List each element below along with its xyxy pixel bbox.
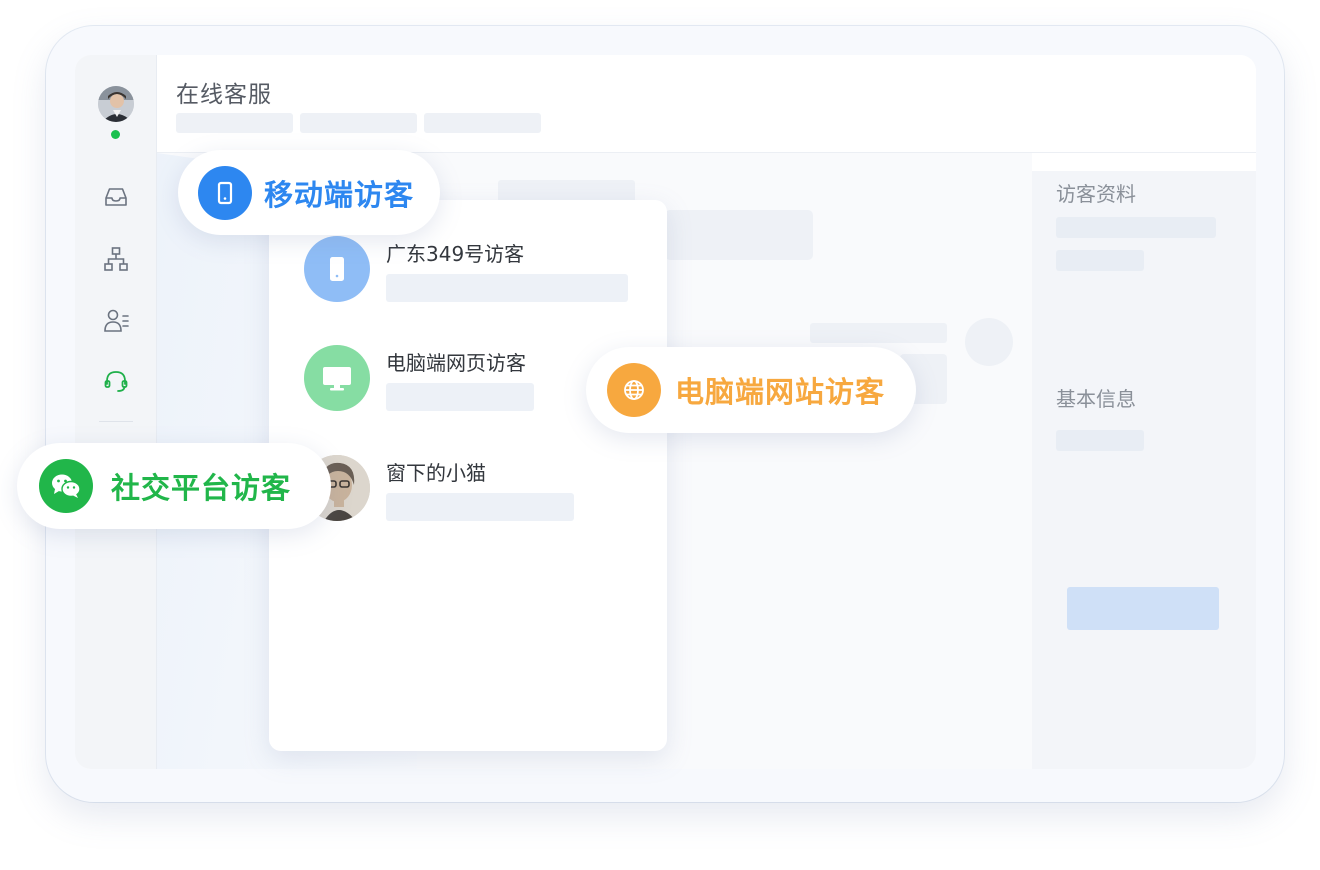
basic-info-field-placeholder [1056, 430, 1144, 451]
message-preview-placeholder [386, 383, 534, 411]
monitor-icon [304, 345, 370, 411]
sidebar [75, 55, 157, 769]
sidebar-divider [99, 421, 133, 422]
mobile-phone-icon [304, 236, 370, 302]
headset-icon[interactable] [102, 367, 130, 395]
profile-field-placeholder [1056, 250, 1144, 271]
mobile-visitor-badge: 移动端访客 [178, 150, 440, 235]
globe-icon [607, 363, 661, 417]
mobile-phone-icon [198, 165, 252, 220]
message-avatar-placeholder [965, 318, 1013, 366]
online-status-dot [111, 130, 120, 139]
visitor-profile-heading: 访客资料 [1056, 182, 1136, 206]
visitor-name: 窗下的小猫 [386, 461, 486, 485]
org-chart-icon[interactable] [102, 245, 130, 273]
visitor-name: 电脑端网页访客 [386, 351, 526, 375]
message-preview-placeholder [386, 274, 628, 302]
message-meta-placeholder [810, 323, 947, 343]
visitor-info-panel: 访客资料 基本信息 [1032, 171, 1256, 769]
wechat-icon [39, 459, 93, 513]
chat-header-placeholder [498, 180, 635, 202]
tab-placeholder[interactable] [424, 113, 541, 133]
contacts-list-icon[interactable] [102, 306, 130, 334]
list-item[interactable]: 窗下的小猫 [269, 455, 667, 555]
badge-label: 社交平台访客 [111, 471, 292, 505]
basic-info-heading: 基本信息 [1056, 387, 1136, 411]
app-header: 在线客服 [157, 55, 1256, 153]
badge-label: 移动端访客 [264, 177, 415, 212]
message-bubble-placeholder [665, 210, 813, 260]
agent-avatar[interactable] [98, 86, 134, 122]
inbox-icon[interactable] [102, 183, 130, 211]
message-preview-placeholder [386, 493, 574, 521]
profile-field-placeholder [1056, 217, 1216, 238]
badge-label: 电脑端网站访客 [675, 375, 886, 409]
tab-placeholder[interactable] [176, 113, 293, 133]
tab-placeholder[interactable] [300, 113, 417, 133]
social-visitor-badge: 社交平台访客 [17, 443, 331, 529]
website-visitor-badge: 电脑端网站访客 [586, 347, 916, 433]
list-item[interactable]: 广东349号访客 [269, 236, 667, 336]
visitor-name: 广东349号访客 [386, 242, 525, 266]
panel-action-button[interactable] [1067, 587, 1219, 630]
page-title: 在线客服 [176, 82, 272, 108]
